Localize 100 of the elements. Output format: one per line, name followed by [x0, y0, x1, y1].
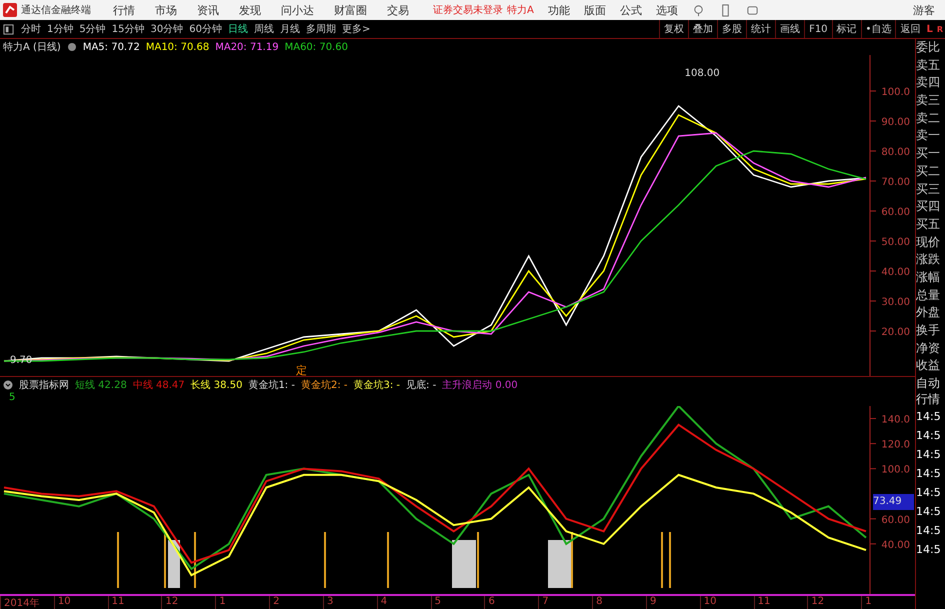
tick-time: 14:5 — [916, 523, 942, 540]
tick-time: 14:5 — [916, 428, 942, 444]
tool-button[interactable]: 统计 — [746, 20, 776, 38]
axis-label: 1 — [215, 596, 270, 609]
period-tab[interactable]: 多周期 — [302, 22, 339, 36]
panel-toggle-icon[interactable] — [3, 24, 14, 34]
current-value-badge: 73.49 — [873, 494, 914, 510]
marker-label: 定 — [296, 364, 307, 376]
axis-label: 2014年 — [0, 596, 54, 609]
period-tab[interactable]: 60分钟 — [186, 22, 225, 36]
settings-icon[interactable] — [66, 42, 77, 52]
menu-item[interactable]: 选项 — [656, 2, 678, 18]
tool-button[interactable]: 复权 — [659, 20, 688, 38]
tick-time: 14:5 — [916, 485, 942, 502]
indicator-legend: 长线 38.50 — [190, 378, 242, 392]
price-annotation: 108.00 — [684, 68, 720, 79]
axis-label: 6 — [484, 596, 538, 609]
tool-button[interactable]: •自选 — [860, 20, 896, 38]
axis-label: 1 — [861, 596, 916, 609]
axis-label: 100.0 — [881, 464, 910, 476]
axis-label: 3 — [322, 596, 377, 609]
tick-time: 14:5 — [916, 447, 942, 464]
app-logo-icon — [3, 3, 17, 17]
quote-field-label: 委比 — [916, 39, 941, 56]
period-tab[interactable]: 15分钟 — [108, 22, 148, 36]
login-status[interactable]: 证券交易未登录 — [433, 3, 503, 17]
quote-field-label: 买三 — [916, 180, 941, 198]
period-tab[interactable]: 日线 — [224, 22, 251, 36]
menu-item[interactable]: 公式 — [620, 2, 642, 18]
ma-legend: MA60: 70.60 — [284, 42, 348, 52]
stock-name: 特力A — [507, 4, 534, 17]
price-annotation: 9.70 — [10, 355, 32, 366]
signal-legend: 黄金坑3: - — [354, 378, 400, 392]
axis-label: 10 — [700, 596, 754, 609]
axis-label: 12 — [807, 596, 862, 609]
menu-item[interactable]: 发现 — [239, 2, 261, 18]
quote-field-label: 卖一 — [916, 127, 941, 144]
period-tab[interactable]: 周线 — [250, 22, 277, 36]
menu-item[interactable]: 功能 — [548, 2, 570, 18]
menu-item[interactable]: 财富圈 — [334, 2, 367, 18]
quote-field-label: 卖二 — [916, 110, 941, 127]
tool-button[interactable]: 返回 — [895, 20, 924, 38]
menu-item[interactable]: 交易 — [387, 2, 409, 18]
left-toggle[interactable]: L — [924, 24, 935, 34]
quote-field-label: 买四 — [916, 198, 941, 216]
tool-button[interactable]: F10 — [804, 20, 832, 38]
signal-legend: 黄金坑2: - — [300, 378, 348, 392]
quote-field-label: 换手 — [916, 322, 941, 339]
message-icon[interactable] — [746, 4, 759, 16]
period-tab[interactable]: 1分钟 — [44, 22, 76, 36]
tick-time: 14:5 — [916, 542, 942, 558]
period-tab[interactable]: 更多> — [338, 22, 374, 36]
axis-label: 4 — [376, 596, 431, 609]
signal-legend: 主升浪启动 0.00 — [442, 378, 518, 392]
indicator-legend: 短线 42.28 — [75, 378, 127, 392]
quote-field-label: 卖三 — [916, 92, 941, 110]
menu-item[interactable]: 行情 — [113, 2, 135, 18]
menu-item[interactable]: 市场 — [155, 2, 177, 18]
period-tab[interactable]: 分时 — [18, 22, 44, 36]
tool-button[interactable]: 叠加 — [688, 20, 718, 38]
menu-item[interactable]: 问小达 — [281, 2, 314, 18]
tool-button[interactable]: 标记 — [832, 20, 861, 38]
menu-item[interactable]: 资讯 — [197, 2, 219, 18]
axis-label: 12 — [161, 596, 216, 609]
right-toggle[interactable]: R — [934, 24, 945, 34]
axis-label: 11 — [754, 596, 808, 609]
quote-field-label: 总量 — [916, 286, 941, 304]
axis-label: 40.00 — [881, 267, 910, 278]
menu-item[interactable]: 版面 — [584, 2, 606, 18]
axis-label: 60.00 — [881, 514, 910, 526]
period-tab[interactable]: 5分钟 — [76, 22, 109, 36]
tick-header: 自动 — [916, 375, 941, 392]
axis-label: 9 — [646, 596, 700, 609]
signal-legend: 见底: - — [406, 378, 436, 392]
quote-field-label: 买一 — [916, 145, 941, 162]
axis-label: 60.00 — [881, 207, 910, 218]
tick-time: 14:5 — [916, 409, 942, 426]
axis-label: 100.0 — [881, 87, 910, 98]
axis-label: 10 — [54, 596, 108, 609]
tick-time: 14:5 — [916, 504, 942, 520]
quote-field-label: 收益 — [916, 357, 941, 374]
user-name[interactable]: 游客 — [913, 2, 935, 18]
period-count: 5 — [9, 392, 16, 403]
axis-label: 20.00 — [881, 327, 910, 338]
quote-field-label: 买二 — [916, 162, 941, 180]
tool-button[interactable]: 画线 — [775, 20, 804, 38]
period-tab[interactable]: 月线 — [276, 22, 303, 36]
axis-label: 7 — [538, 596, 592, 609]
tool-button[interactable]: 多股 — [717, 20, 746, 38]
collapse-icon[interactable] — [3, 380, 13, 390]
period-tab[interactable]: 30分钟 — [147, 22, 186, 36]
quote-field-label: 净资 — [916, 340, 941, 357]
quote-field-label: 卖五 — [916, 56, 941, 74]
axis-label: 80.00 — [881, 147, 910, 158]
axis-label: 5 — [430, 596, 484, 609]
axis-label: 30.00 — [881, 297, 910, 308]
quote-field-label: 外盘 — [916, 304, 941, 322]
axis-label: 140.0 — [881, 414, 910, 426]
quote-field-label: 卖四 — [916, 74, 941, 92]
quote-field-label: 涨跌 — [916, 251, 941, 268]
